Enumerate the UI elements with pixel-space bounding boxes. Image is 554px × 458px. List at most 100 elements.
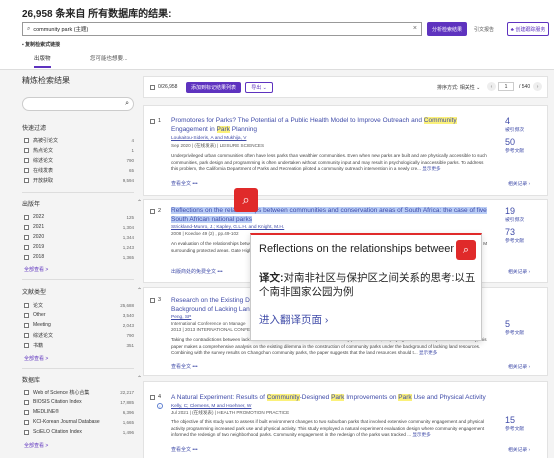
checkbox[interactable] (24, 322, 29, 328)
checkbox[interactable] (24, 167, 29, 173)
checkbox[interactable] (24, 147, 29, 153)
show-more-link[interactable]: 显示更多 (422, 166, 440, 171)
export-button[interactable]: 导出 ⌄ (245, 82, 273, 93)
checkbox[interactable] (24, 254, 29, 260)
chevron-up-icon[interactable]: ⌃ (137, 375, 142, 382)
checkbox[interactable] (24, 177, 29, 183)
checkbox[interactable] (24, 332, 29, 338)
checkbox[interactable] (24, 234, 29, 240)
facet-early-access[interactable]: 在线发表 65 (24, 166, 134, 174)
facet-year[interactable]: 2022 125 (24, 213, 134, 221)
facet-year[interactable]: 2020 1,344 (24, 233, 134, 241)
checkbox[interactable] (24, 224, 29, 230)
facet-database[interactable]: MEDLINE® 6,396 (24, 408, 134, 416)
result-checkbox[interactable] (150, 298, 155, 303)
result-checkbox[interactable] (150, 209, 155, 214)
facet-review[interactable]: 综述论文 790 (24, 156, 134, 164)
translate-trigger-button[interactable]: ⌕ (234, 188, 258, 212)
tab-you-may-also-like[interactable]: 您可能也想要... (90, 54, 128, 62)
chevron-right-icon[interactable]: › (533, 82, 543, 91)
related-records-link[interactable]: 相关记录 › (508, 180, 530, 187)
reference-count[interactable]: 50 (505, 137, 515, 147)
select-all-checkbox[interactable] (150, 85, 155, 90)
see-all-databases-link[interactable]: 全部查看 > (24, 442, 48, 449)
result-checkbox[interactable] (150, 119, 155, 124)
info-icon[interactable]: i (157, 403, 163, 409)
checkbox[interactable] (24, 399, 29, 405)
facet-database[interactable]: Web of Science 核心合集 22,217 (24, 388, 134, 396)
search-query-box[interactable]: ⌕ community park (主题) × (22, 22, 422, 36)
free-full-text-link[interactable]: 出版商处的免费全文 ••• (171, 268, 223, 275)
facet-doc-type[interactable]: 论文 25,688 (24, 301, 134, 309)
chevron-up-icon[interactable]: ⌃ (137, 287, 142, 294)
checkbox[interactable] (24, 244, 29, 250)
copy-query-link[interactable]: ▪ 复制检索式链接 (22, 41, 60, 48)
reference-label: 参考文献 (505, 427, 525, 432)
result-title-link[interactable]: Promotores for Parks? The Potential of a… (171, 116, 491, 134)
reference-count[interactable]: 5 (505, 319, 510, 329)
checkbox[interactable] (24, 419, 29, 425)
facet-database[interactable]: BIOSIS Citation Index 17,885 (24, 398, 134, 406)
result-checkbox[interactable] (150, 395, 155, 400)
result-authors[interactable]: Strickland-Munro, J.; Kapley, G.L.H. and… (171, 225, 284, 230)
reference-count[interactable]: 15 (505, 415, 515, 425)
facet-year[interactable]: 2019 1,243 (24, 243, 134, 251)
result-authors[interactable]: Kelly, C; Clemens, M and Hoehner, W (171, 404, 251, 409)
facet-doc-type[interactable]: 综述论文 790 (24, 331, 134, 339)
sort-dropdown[interactable]: 排序方式: 相关性 ⌄ (437, 84, 480, 91)
result-authors[interactable]: Peng, SP (171, 315, 191, 320)
close-icon[interactable]: × (413, 25, 417, 32)
facet-doc-type[interactable]: Other 3,540 (24, 311, 134, 319)
see-all-doc-types-link[interactable]: 全部查看 > (24, 355, 48, 362)
result-title-link[interactable]: Reflections on the relationships between… (171, 206, 491, 224)
full-text-link[interactable]: 查看全文 ••• (171, 180, 198, 187)
show-more-link[interactable]: 显示更多 (419, 350, 437, 355)
related-records-link[interactable]: 相关记录 › (508, 363, 530, 370)
page-number-input[interactable]: 1 (498, 82, 514, 91)
full-text-link[interactable]: 查看全文 ••• (171, 363, 198, 370)
tab-publications[interactable]: 出版物 (34, 54, 51, 68)
related-records-link[interactable]: 相关记录 › (508, 446, 530, 453)
add-to-marked-list-button[interactable]: 添加到标记结果列表 (186, 82, 241, 93)
pub-year-title[interactable]: 出版年 ⌃ (22, 199, 142, 208)
chevron-up-icon[interactable]: ⌃ (137, 199, 142, 206)
citation-count[interactable]: 4 (505, 116, 510, 126)
analyze-results-button[interactable]: 分析检索结果 (427, 22, 467, 36)
doc-type-title[interactable]: 文献类型 ⌃ (22, 287, 142, 296)
citation-count[interactable]: 19 (505, 206, 515, 216)
citation-report-link[interactable]: 引文报告 (474, 26, 494, 33)
facet-year[interactable]: 2021 1,304 (24, 223, 134, 231)
refine-search-input[interactable]: ⌕ (22, 97, 134, 111)
facet-highly-cited[interactable]: 高被引论文 4 (24, 136, 134, 144)
checkbox[interactable] (24, 342, 29, 348)
checkbox[interactable] (24, 302, 29, 308)
checkbox[interactable] (24, 157, 29, 163)
checkbox[interactable] (24, 409, 29, 415)
checkbox[interactable] (24, 137, 29, 143)
chevron-left-icon[interactable]: ‹ (487, 82, 496, 91)
see-all-years-link[interactable]: 全部查看 > (24, 266, 48, 273)
show-more-link[interactable]: 显示更多 (412, 432, 430, 437)
related-records-link[interactable]: 相关记录 › (508, 268, 530, 275)
facet-year[interactable]: 2018 1,365 (24, 253, 134, 261)
result-title-link[interactable]: A Natural Experiment: Results of Communi… (171, 393, 491, 402)
database-title[interactable]: 数据库 ⌃ (22, 375, 142, 384)
facet-doc-type[interactable]: Meeting 2,043 (24, 321, 134, 329)
facet-open-access[interactable]: 开放获取 9,594 (24, 176, 134, 184)
full-text-link[interactable]: 查看全文 ••• (171, 446, 198, 453)
search-icon[interactable]: ⌕ (456, 240, 476, 260)
result-authors[interactable]: Loukaitou-Sideris, A and Mukhija, V (171, 136, 246, 141)
citation-label: 被引频次 (505, 218, 525, 223)
facet-database[interactable]: SciELO Citation Index 1,496 (24, 428, 134, 436)
facet-database[interactable]: KCI-Korean Journal Database 1,665 (24, 418, 134, 426)
checkbox[interactable] (24, 389, 29, 395)
checkbox[interactable] (24, 312, 29, 318)
facet-doc-type[interactable]: 书籍 351 (24, 341, 134, 349)
checkbox[interactable] (24, 214, 29, 220)
checkbox[interactable] (24, 429, 29, 435)
create-alert-button[interactable]: ♣ 创建跟踪服务 (507, 22, 549, 36)
reference-count[interactable]: 73 (505, 227, 515, 237)
enter-translation-page-link[interactable]: 进入翻译页面 › (259, 312, 328, 327)
facet-hot-paper[interactable]: 热点论文 1 (24, 146, 134, 154)
search-icon[interactable]: ⌕ (125, 100, 129, 108)
